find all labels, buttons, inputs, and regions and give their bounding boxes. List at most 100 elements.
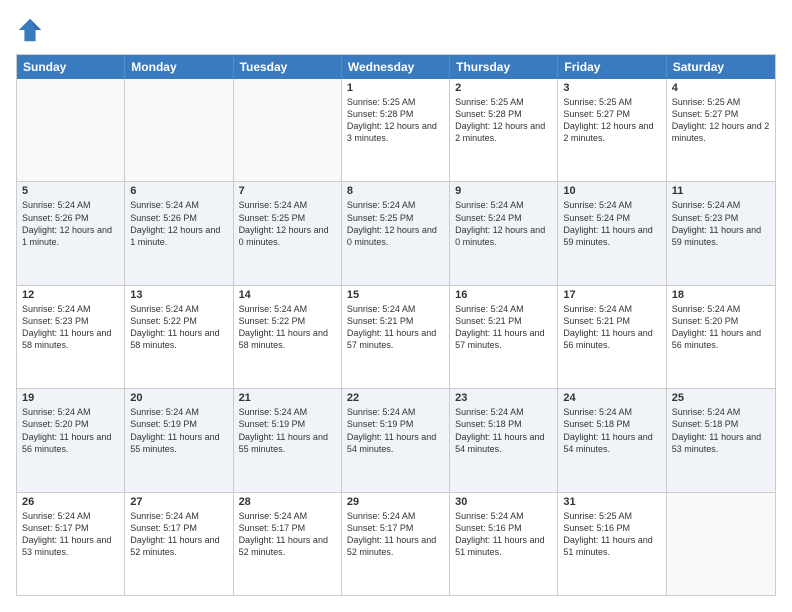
calendar-row: 1 Sunrise: 5:25 AM Sunset: 5:28 PM Daylig…	[17, 79, 775, 181]
calendar-cell-28: 28Sunrise: 5:24 AM Sunset: 5:17 PM Dayli…	[234, 493, 342, 595]
cell-day-number: 28	[239, 496, 336, 508]
cell-info: Sunrise: 5:24 AM Sunset: 5:25 PM Dayligh…	[239, 199, 336, 248]
cell-info: Sunrise: 5:24 AM Sunset: 5:26 PM Dayligh…	[22, 199, 119, 248]
cell-info: Sunrise: 5:24 AM Sunset: 5:22 PM Dayligh…	[239, 303, 336, 352]
calendar-cell-empty	[667, 493, 775, 595]
calendar-body: 1 Sunrise: 5:25 AM Sunset: 5:28 PM Daylig…	[17, 79, 775, 595]
calendar-cell-18: 18 Sunrise: 5:24 AM Sunset: 5:20 PM Dayli…	[667, 286, 775, 388]
calendar-cell-20: 20 Sunrise: 5:24 AM Sunset: 5:19 PM Dayli…	[125, 389, 233, 491]
cell-info: Sunrise: 5:24 AM Sunset: 5:19 PM Dayligh…	[239, 406, 336, 455]
calendar-cell-empty	[234, 79, 342, 181]
calendar-cell-6: 6Sunrise: 5:24 AM Sunset: 5:26 PM Daylig…	[125, 182, 233, 284]
calendar-cell-7: 7 Sunrise: 5:24 AM Sunset: 5:25 PM Daylig…	[234, 182, 342, 284]
cell-day-number: 12	[22, 289, 119, 301]
cell-day-number: 2	[455, 82, 552, 94]
calendar-cell-empty	[125, 79, 233, 181]
cell-info: Sunrise: 5:25 AM Sunset: 5:27 PM Dayligh…	[672, 96, 770, 145]
cell-info: Sunrise: 5:25 AM Sunset: 5:27 PM Dayligh…	[563, 96, 660, 145]
calendar-cell-21: 21 Sunrise: 5:24 AM Sunset: 5:19 PM Dayli…	[234, 389, 342, 491]
calendar-cell-16: 16Sunrise: 5:24 AM Sunset: 5:21 PM Dayli…	[450, 286, 558, 388]
cell-day-number: 13	[130, 289, 227, 301]
cell-info: Sunrise: 5:24 AM Sunset: 5:20 PM Dayligh…	[22, 406, 119, 455]
calendar-cell-17: 17 Sunrise: 5:24 AM Sunset: 5:21 PM Dayli…	[558, 286, 666, 388]
calendar-cell-10: 10 Sunrise: 5:24 AM Sunset: 5:24 PM Dayli…	[558, 182, 666, 284]
cell-day-number: 22	[347, 392, 444, 404]
calendar-cell-23: 23 Sunrise: 5:24 AM Sunset: 5:18 PM Dayli…	[450, 389, 558, 491]
day-header-monday: Monday	[125, 55, 233, 79]
calendar-cell-27: 27Sunrise: 5:24 AM Sunset: 5:17 PM Dayli…	[125, 493, 233, 595]
cell-day-number: 30	[455, 496, 552, 508]
cell-day-number: 18	[672, 289, 770, 301]
calendar-cell-19: 19 Sunrise: 5:24 AM Sunset: 5:20 PM Dayli…	[17, 389, 125, 491]
cell-day-number: 24	[563, 392, 660, 404]
cell-day-number: 15	[347, 289, 444, 301]
cell-info: Sunrise: 5:24 AM Sunset: 5:18 PM Dayligh…	[563, 406, 660, 455]
cell-day-number: 14	[239, 289, 336, 301]
calendar-cell-9: 9Sunrise: 5:24 AM Sunset: 5:24 PM Daylig…	[450, 182, 558, 284]
cell-info: Sunrise: 5:25 AM Sunset: 5:16 PM Dayligh…	[563, 510, 660, 559]
cell-info: Sunrise: 5:24 AM Sunset: 5:22 PM Dayligh…	[130, 303, 227, 352]
calendar-cell-1: 1 Sunrise: 5:25 AM Sunset: 5:28 PM Daylig…	[342, 79, 450, 181]
cell-day-number: 20	[130, 392, 227, 404]
calendar-cell-26: 26Sunrise: 5:24 AM Sunset: 5:17 PM Dayli…	[17, 493, 125, 595]
cell-info: Sunrise: 5:24 AM Sunset: 5:21 PM Dayligh…	[563, 303, 660, 352]
calendar-cell-11: 11Sunrise: 5:24 AM Sunset: 5:23 PM Dayli…	[667, 182, 775, 284]
cell-info: Sunrise: 5:24 AM Sunset: 5:19 PM Dayligh…	[347, 406, 444, 455]
logo	[16, 16, 48, 44]
calendar-cell-29: 29Sunrise: 5:24 AM Sunset: 5:17 PM Dayli…	[342, 493, 450, 595]
cell-day-number: 5	[22, 185, 119, 197]
day-header-friday: Friday	[558, 55, 666, 79]
calendar-cell-30: 30Sunrise: 5:24 AM Sunset: 5:16 PM Dayli…	[450, 493, 558, 595]
cell-info: Sunrise: 5:24 AM Sunset: 5:17 PM Dayligh…	[22, 510, 119, 559]
cell-day-number: 19	[22, 392, 119, 404]
cell-day-number: 1	[347, 82, 444, 94]
cell-info: Sunrise: 5:24 AM Sunset: 5:20 PM Dayligh…	[672, 303, 770, 352]
cell-info: Sunrise: 5:24 AM Sunset: 5:24 PM Dayligh…	[563, 199, 660, 248]
calendar-cell-25: 25 Sunrise: 5:24 AM Sunset: 5:18 PM Dayli…	[667, 389, 775, 491]
calendar-cell-2: 2 Sunrise: 5:25 AM Sunset: 5:28 PM Daylig…	[450, 79, 558, 181]
calendar-cell-22: 22 Sunrise: 5:24 AM Sunset: 5:19 PM Dayli…	[342, 389, 450, 491]
day-headers: SundayMondayTuesdayWednesdayThursdayFrid…	[17, 55, 775, 79]
cell-info: Sunrise: 5:24 AM Sunset: 5:19 PM Dayligh…	[130, 406, 227, 455]
cell-info: Sunrise: 5:24 AM Sunset: 5:18 PM Dayligh…	[455, 406, 552, 455]
cell-info: Sunrise: 5:24 AM Sunset: 5:21 PM Dayligh…	[455, 303, 552, 352]
cell-day-number: 8	[347, 185, 444, 197]
cell-info: Sunrise: 5:24 AM Sunset: 5:17 PM Dayligh…	[130, 510, 227, 559]
calendar-cell-31: 31 Sunrise: 5:25 AM Sunset: 5:16 PM Dayli…	[558, 493, 666, 595]
header	[16, 16, 776, 44]
calendar-cell-13: 13 Sunrise: 5:24 AM Sunset: 5:22 PM Dayli…	[125, 286, 233, 388]
cell-day-number: 31	[563, 496, 660, 508]
calendar-cell-4: 4 Sunrise: 5:25 AM Sunset: 5:27 PM Daylig…	[667, 79, 775, 181]
calendar-cell-15: 15Sunrise: 5:24 AM Sunset: 5:21 PM Dayli…	[342, 286, 450, 388]
day-header-wednesday: Wednesday	[342, 55, 450, 79]
cell-day-number: 11	[672, 185, 770, 197]
day-header-tuesday: Tuesday	[234, 55, 342, 79]
cell-day-number: 4	[672, 82, 770, 94]
cell-day-number: 23	[455, 392, 552, 404]
day-header-saturday: Saturday	[667, 55, 775, 79]
cell-info: Sunrise: 5:24 AM Sunset: 5:23 PM Dayligh…	[22, 303, 119, 352]
calendar-cell-empty	[17, 79, 125, 181]
calendar: SundayMondayTuesdayWednesdayThursdayFrid…	[16, 54, 776, 596]
cell-day-number: 10	[563, 185, 660, 197]
page: SundayMondayTuesdayWednesdayThursdayFrid…	[0, 0, 792, 612]
calendar-cell-5: 5 Sunrise: 5:24 AM Sunset: 5:26 PM Daylig…	[17, 182, 125, 284]
cell-info: Sunrise: 5:24 AM Sunset: 5:18 PM Dayligh…	[672, 406, 770, 455]
cell-day-number: 6	[130, 185, 227, 197]
cell-info: Sunrise: 5:24 AM Sunset: 5:17 PM Dayligh…	[347, 510, 444, 559]
cell-day-number: 21	[239, 392, 336, 404]
cell-day-number: 9	[455, 185, 552, 197]
cell-info: Sunrise: 5:25 AM Sunset: 5:28 PM Dayligh…	[347, 96, 444, 145]
cell-day-number: 17	[563, 289, 660, 301]
cell-info: Sunrise: 5:25 AM Sunset: 5:28 PM Dayligh…	[455, 96, 552, 145]
cell-day-number: 7	[239, 185, 336, 197]
cell-day-number: 3	[563, 82, 660, 94]
cell-day-number: 25	[672, 392, 770, 404]
cell-info: Sunrise: 5:24 AM Sunset: 5:25 PM Dayligh…	[347, 199, 444, 248]
calendar-row: 5 Sunrise: 5:24 AM Sunset: 5:26 PM Daylig…	[17, 181, 775, 284]
day-header-sunday: Sunday	[17, 55, 125, 79]
calendar-row: 26Sunrise: 5:24 AM Sunset: 5:17 PM Dayli…	[17, 492, 775, 595]
calendar-cell-24: 24 Sunrise: 5:24 AM Sunset: 5:18 PM Dayli…	[558, 389, 666, 491]
calendar-row: 12 Sunrise: 5:24 AM Sunset: 5:23 PM Dayli…	[17, 285, 775, 388]
calendar-cell-14: 14 Sunrise: 5:24 AM Sunset: 5:22 PM Dayli…	[234, 286, 342, 388]
